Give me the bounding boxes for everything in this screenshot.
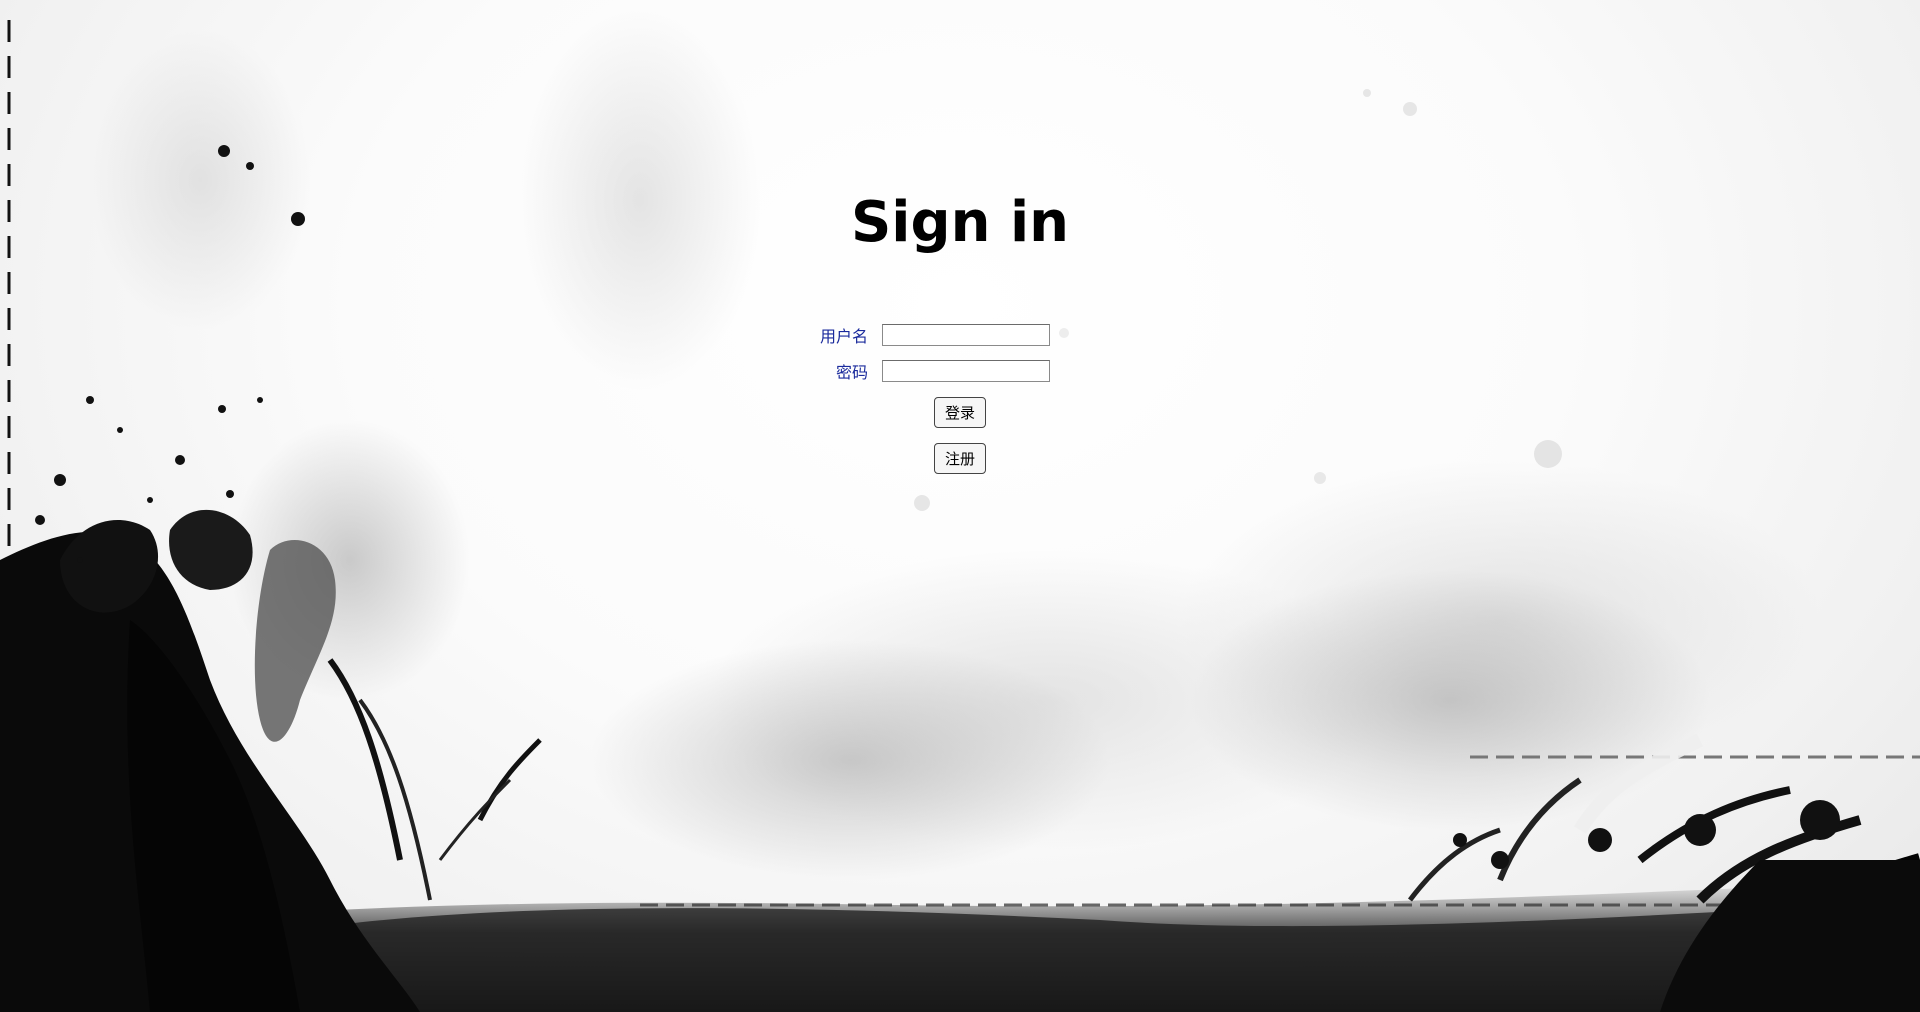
password-row: 密码 (780, 357, 1050, 385)
password-label: 密码 (835, 363, 868, 382)
login-page: Sign in 用户名 密码 登录 注册 (0, 0, 1920, 1012)
page-title: Sign in (850, 190, 1070, 255)
password-input[interactable] (882, 360, 1050, 382)
username-label: 用户名 (819, 327, 868, 346)
login-button[interactable]: 登录 (934, 397, 986, 428)
username-input[interactable] (882, 324, 1050, 346)
username-row: 用户名 (780, 321, 1050, 349)
register-button[interactable]: 注册 (934, 443, 986, 474)
ink-wash-background (0, 10, 1920, 1012)
